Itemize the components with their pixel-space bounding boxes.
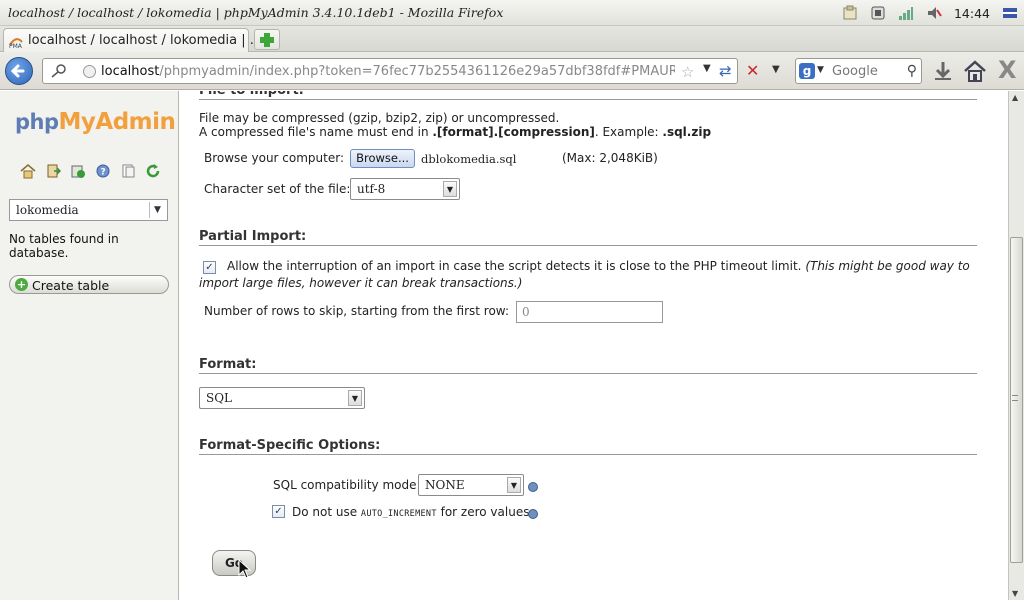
chevron-down-icon[interactable]: ▼ xyxy=(443,181,457,197)
clock: 14:44 xyxy=(953,5,990,21)
compression-info-line1: File may be compressed (gzip, bzip2, zip… xyxy=(199,111,560,125)
sql-compat-select[interactable]: NONE ▼ xyxy=(418,474,524,496)
chosen-filename: dblokomedia.sql xyxy=(421,152,517,166)
stop-dropdown-icon[interactable]: ▼ xyxy=(772,64,780,75)
quick-icons: ? xyxy=(20,163,161,179)
svg-text:PMA: PMA xyxy=(9,43,23,49)
vertical-scrollbar[interactable]: ▲ ▼ xyxy=(1008,91,1024,600)
skip-rows-value: 0 xyxy=(522,305,530,319)
refresh-icon[interactable] xyxy=(145,163,161,179)
update-icon[interactable] xyxy=(870,5,886,21)
browse-label: Browse your computer: xyxy=(204,151,345,165)
identity-key-icon[interactable] xyxy=(49,63,67,79)
no-auto-increment-checkbox[interactable]: ✓ xyxy=(272,505,285,518)
reload-icon[interactable]: ⇄ xyxy=(719,62,732,80)
browse-button[interactable]: Browse... xyxy=(350,149,415,168)
scroll-down-icon[interactable]: ▼ xyxy=(1012,589,1018,598)
pma-navigation-pane: phpMyAdmin ? lokomedia ▼ No tables found… xyxy=(0,91,179,600)
allow-interrupt-text: Allow the interruption of an import in c… xyxy=(199,259,970,290)
charset-select[interactable]: utf-8 ▼ xyxy=(350,178,460,200)
engine-dropdown-icon[interactable]: ▼ xyxy=(817,65,824,75)
scrollbar-grip-icon xyxy=(1012,395,1018,401)
close-window-icon[interactable]: X xyxy=(998,56,1017,84)
info-icon[interactable] xyxy=(528,482,538,492)
url-bar[interactable]: localhost/phpmyadmin/index.php?token=76f… xyxy=(42,58,738,84)
search-placeholder: Google xyxy=(832,64,878,79)
tab-strip: PMA localhost / localhost / lokomedia | … xyxy=(0,26,1024,52)
database-select-value: lokomedia xyxy=(16,203,79,217)
documentation-icon[interactable] xyxy=(120,163,136,179)
format-select[interactable]: SQL ▼ xyxy=(199,387,365,409)
clipboard-icon[interactable] xyxy=(842,5,858,21)
history-dropdown-icon[interactable]: ▼ xyxy=(703,63,711,74)
database-select[interactable]: lokomedia ▼ xyxy=(9,199,168,221)
url-host: localhost xyxy=(101,64,160,79)
chevron-down-icon[interactable]: ▼ xyxy=(149,202,165,218)
search-box[interactable]: g ▼ Google ⚲ xyxy=(795,58,922,84)
stop-icon[interactable]: ✕ xyxy=(746,61,759,80)
format-options-heading: Format-Specific Options: xyxy=(199,438,977,455)
url-path: /phpmyadmin/index.php?token=76fec77b2554… xyxy=(159,64,675,79)
tab-label: localhost / localhost / lokomedia | ... xyxy=(28,33,263,48)
format-select-value: SQL xyxy=(206,391,233,405)
charset-select-value: utf-8 xyxy=(357,182,386,196)
search-icon[interactable]: ⚲ xyxy=(907,63,917,79)
google-engine-icon[interactable]: g xyxy=(799,63,815,79)
info-icon[interactable] xyxy=(528,509,538,519)
partial-import-heading: Partial Import: xyxy=(199,229,977,246)
window-title: localhost / localhost / lokomedia | phpM… xyxy=(8,5,504,20)
max-upload-size: (Max: 2,048KiB) xyxy=(562,151,658,165)
chevron-down-icon[interactable]: ▼ xyxy=(507,477,521,493)
format-heading: Format: xyxy=(199,357,977,374)
downloads-icon[interactable] xyxy=(932,60,954,82)
sql-compat-label: SQL compatibility mode: xyxy=(273,478,421,492)
mouse-pointer-icon xyxy=(238,559,252,579)
plus-icon xyxy=(260,33,274,47)
new-tab-button[interactable] xyxy=(254,29,280,50)
help-icon[interactable]: ? xyxy=(95,163,111,179)
plus-icon: + xyxy=(15,278,28,291)
home-icon[interactable] xyxy=(962,59,988,83)
file-to-import-heading: File to import: xyxy=(199,91,977,100)
url-text[interactable]: localhost/phpmyadmin/index.php?token=76f… xyxy=(101,64,675,79)
charset-label: Character set of the file: xyxy=(204,182,351,196)
bookmark-star-icon[interactable]: ☆ xyxy=(681,63,694,81)
create-table-label: Create table xyxy=(32,278,110,293)
network-signal-icon[interactable] xyxy=(898,5,914,21)
back-arrow-icon xyxy=(10,64,25,78)
skip-rows-label: Number of rows to skip, starting from th… xyxy=(204,304,509,318)
phpmyadmin-logo[interactable]: phpMyAdmin xyxy=(15,109,176,135)
user-flag-icon[interactable] xyxy=(1002,5,1018,21)
home-icon[interactable] xyxy=(20,163,36,179)
volume-muted-icon[interactable] xyxy=(926,5,942,21)
create-table-button[interactable]: + Create table xyxy=(9,275,169,294)
globe-icon xyxy=(83,65,96,78)
tab-phpmyadmin[interactable]: PMA localhost / localhost / lokomedia | … xyxy=(3,28,262,52)
import-form: File to import: File may be compressed (… xyxy=(180,91,1008,600)
back-button[interactable] xyxy=(5,57,33,85)
skip-rows-input[interactable]: 0 xyxy=(516,301,663,323)
pma-favicon-icon: PMA xyxy=(8,33,24,50)
system-tray: 14:44 xyxy=(842,0,1024,26)
compression-info-line2: A compressed file's name must end in .[f… xyxy=(199,125,712,139)
chevron-down-icon[interactable]: ▼ xyxy=(348,390,362,406)
svg-text:?: ? xyxy=(101,168,106,178)
scroll-up-icon[interactable]: ▲ xyxy=(1012,93,1018,102)
query-window-icon[interactable] xyxy=(70,163,86,179)
logout-icon[interactable] xyxy=(45,163,62,179)
navigation-toolbar: localhost/phpmyadmin/index.php?token=76f… xyxy=(0,52,1024,90)
sql-compat-select-value: NONE xyxy=(425,478,465,492)
no-tables-message: No tables found in database. xyxy=(9,232,119,260)
window-titlebar: localhost / localhost / lokomedia | phpM… xyxy=(0,0,1024,26)
no-auto-increment-label: Do not use AUTO_INCREMENT for zero value… xyxy=(292,505,530,519)
